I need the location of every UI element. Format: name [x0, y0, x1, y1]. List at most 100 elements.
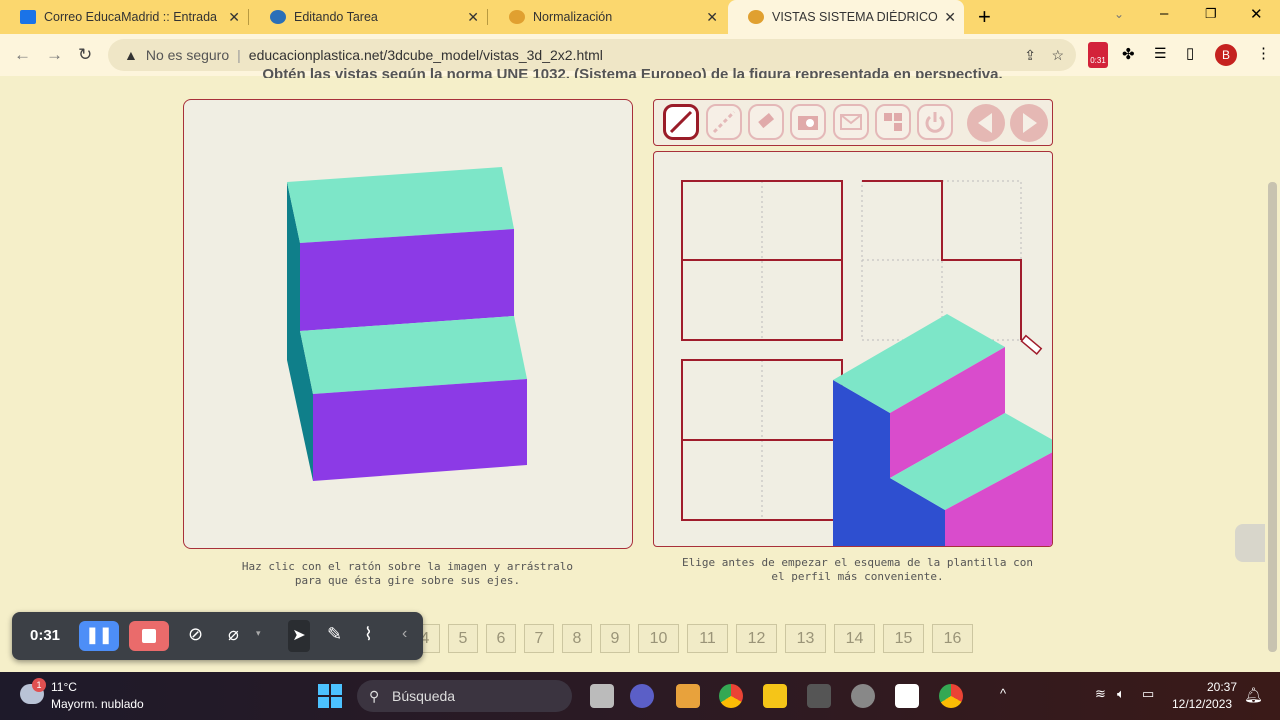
- page-button-7[interactable]: 7: [524, 624, 554, 653]
- site-favicon-icon: [509, 10, 525, 24]
- stop-button[interactable]: [129, 621, 169, 651]
- power-icon: [925, 112, 945, 133]
- arrow-left-icon: [978, 113, 992, 133]
- mic-dropdown-icon[interactable]: ▾: [256, 628, 261, 639]
- forward-icon[interactable]: →: [46, 45, 63, 65]
- template-icon: [884, 113, 902, 131]
- chrome-app-icon[interactable]: [719, 684, 743, 708]
- teams-app-icon[interactable]: [630, 684, 654, 708]
- minimize-button[interactable]: –: [1160, 5, 1168, 22]
- menu-icon[interactable]: ⋮: [1256, 44, 1271, 62]
- dashed-line-icon: [712, 110, 736, 134]
- arrow-right-icon: [1023, 113, 1037, 133]
- mic-off-icon[interactable]: ⌀: [228, 624, 239, 645]
- line-icon: [669, 110, 693, 134]
- 3d-viewer[interactable]: [183, 99, 633, 549]
- reading-list-icon[interactable]: ☰: [1154, 45, 1167, 62]
- notifications-icon[interactable]: 🔔︎: [1244, 686, 1263, 704]
- settings-icon[interactable]: [851, 684, 875, 708]
- side-panel-icon[interactable]: ▯: [1186, 44, 1194, 62]
- previous-button[interactable]: [967, 104, 1005, 142]
- reload-icon[interactable]: ↻: [78, 45, 92, 65]
- 3d-model[interactable]: [183, 99, 633, 549]
- recording-time: 0:31: [30, 627, 61, 644]
- share-icon[interactable]: ⇪: [1024, 47, 1036, 64]
- page-button-6[interactable]: 6: [486, 624, 516, 653]
- eraser-icon: [758, 113, 775, 129]
- tab-search-icon[interactable]: ⌄: [1114, 7, 1124, 21]
- wifi-icon[interactable]: ≋: [1095, 686, 1106, 702]
- mail-tool-button[interactable]: [833, 104, 869, 140]
- line-tool-button[interactable]: [663, 104, 699, 140]
- chrome-profile-app-icon[interactable]: [939, 684, 963, 708]
- search-icon: ⚲: [369, 688, 380, 704]
- file-explorer-icon[interactable]: [763, 684, 787, 708]
- cursor-tool-icon[interactable]: ➤: [288, 620, 310, 652]
- tab-normalizacion[interactable]: Normalización ✕: [489, 0, 726, 34]
- clock-time[interactable]: 20:37: [1197, 680, 1237, 694]
- page-button-5[interactable]: 5: [448, 624, 478, 653]
- dashed-line-tool-button[interactable]: [706, 104, 742, 140]
- site-favicon-icon: [748, 10, 764, 24]
- show-hidden-icons[interactable]: ^: [1000, 686, 1006, 701]
- start-button[interactable]: [318, 684, 342, 708]
- mail-icon: [20, 10, 36, 24]
- battery-icon[interactable]: ▭: [1142, 686, 1154, 702]
- power-tool-button[interactable]: [917, 104, 953, 140]
- volume-icon[interactable]: 🔈︎: [1117, 686, 1125, 702]
- isometric-model: [833, 314, 1052, 546]
- clock-date[interactable]: 12/12/2023: [1172, 697, 1232, 711]
- drawing-canvas[interactable]: [653, 151, 1053, 547]
- drawing-area[interactable]: [653, 151, 1053, 547]
- collapse-icon[interactable]: ‹: [402, 625, 407, 643]
- restore-button[interactable]: ❐: [1205, 6, 1217, 22]
- right-caption: Elige antes de empezar el esquema de la …: [682, 556, 1033, 583]
- pause-button[interactable]: ❚❚: [79, 621, 119, 651]
- page-button-14[interactable]: 14: [834, 624, 875, 653]
- camera-icon: [798, 116, 818, 130]
- template-tool-button[interactable]: [875, 104, 911, 140]
- page-button-12[interactable]: 12: [736, 624, 777, 653]
- broom-clear-icon[interactable]: ⌇: [364, 624, 373, 645]
- page-button-8[interactable]: 8: [562, 624, 592, 653]
- bookmark-star-icon[interactable]: ☆: [1051, 47, 1064, 64]
- app-icon[interactable]: [676, 684, 700, 708]
- next-button[interactable]: [1010, 104, 1048, 142]
- tab-editando[interactable]: Editando Tarea ✕: [250, 0, 487, 34]
- close-tab-icon[interactable]: ✕: [467, 9, 479, 26]
- page-button-9[interactable]: 9: [600, 624, 630, 653]
- app-icon[interactable]: [895, 684, 919, 708]
- warning-icon: ▲: [124, 47, 138, 63]
- close-tab-icon[interactable]: ✕: [228, 9, 240, 26]
- profile-avatar[interactable]: B: [1215, 44, 1237, 66]
- weather-temp: 11°C: [51, 680, 77, 694]
- page-button-11[interactable]: 11: [687, 624, 728, 653]
- eraser-tool-button[interactable]: [748, 104, 784, 140]
- pen-tool-icon[interactable]: ✎: [327, 624, 342, 645]
- taskview-app-icon[interactable]: [590, 684, 614, 708]
- page-button-16[interactable]: 16: [932, 624, 973, 653]
- close-tab-icon[interactable]: ✕: [706, 9, 718, 26]
- scrollbar-thumb[interactable]: [1268, 182, 1277, 652]
- close-tab-icon[interactable]: ✕: [944, 9, 956, 26]
- tab-strip: Correo EducaMadrid :: Entrada ✕ Editando …: [0, 0, 1280, 34]
- extensions-icon[interactable]: ✤: [1122, 45, 1135, 63]
- front-face-lower: [313, 379, 527, 481]
- camera-tool-button[interactable]: [790, 104, 826, 140]
- new-tab-button[interactable]: +: [978, 4, 991, 30]
- tab-correo[interactable]: Correo EducaMadrid :: Entrada ✕: [0, 0, 248, 34]
- tab-vistas[interactable]: VISTAS SISTEMA DIÉDRICO Nive✕: [728, 0, 964, 34]
- front-face-upper: [300, 229, 514, 331]
- weather-desc: Mayorm. nublado: [51, 697, 144, 711]
- page-button-13[interactable]: 13: [785, 624, 826, 653]
- weather-badge: 1: [32, 678, 46, 692]
- pencil-cursor-icon: [1020, 334, 1043, 355]
- taskbar-search[interactable]: ⚲ Búsqueda: [357, 680, 572, 712]
- back-icon[interactable]: ←: [14, 45, 31, 65]
- camera-off-icon[interactable]: ⊘: [188, 624, 203, 645]
- scrollbar[interactable]: [1265, 76, 1280, 672]
- close-window-button[interactable]: ✕: [1250, 5, 1263, 23]
- app-icon[interactable]: [807, 684, 831, 708]
- page-button-10[interactable]: 10: [638, 624, 679, 653]
- page-button-15[interactable]: 15: [883, 624, 924, 653]
